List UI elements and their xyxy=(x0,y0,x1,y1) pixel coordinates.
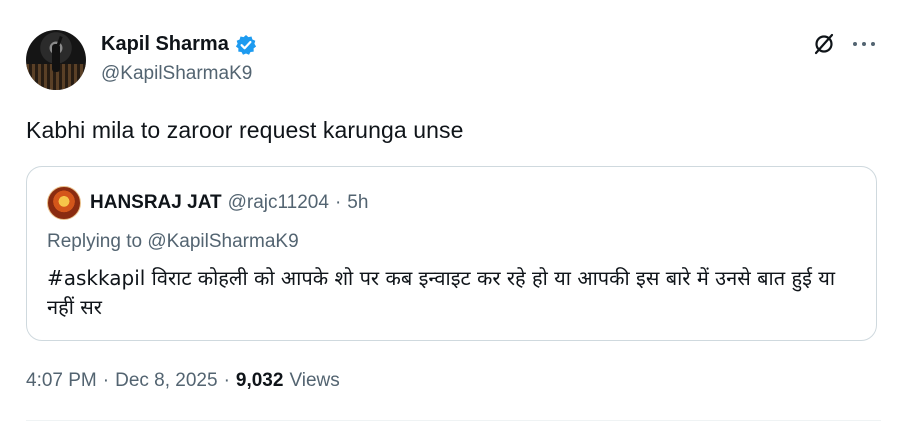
quoted-tweet-card[interactable]: HANSRAJ JAT @rajc11204 · 5h Replying to … xyxy=(26,166,877,341)
quoted-text: #askkapil विराट कोहली को आपके शो पर कब इ… xyxy=(47,266,836,319)
meta-separator: · xyxy=(223,370,230,391)
author-avatar[interactable] xyxy=(26,30,86,90)
quoted-separator: · xyxy=(334,192,342,213)
quoted-display-name[interactable]: HANSRAJ JAT xyxy=(90,192,222,214)
quoted-header: HANSRAJ JAT @rajc11204 · 5h xyxy=(90,192,368,214)
author-handle[interactable]: @KapilSharmaK9 xyxy=(101,63,252,85)
author-display-name[interactable]: Kapil Sharma xyxy=(101,33,229,56)
tweet-text: Kabhi mila to zaroor request karunga uns… xyxy=(26,117,464,143)
author-name-row: Kapil Sharma xyxy=(101,33,257,56)
more-dot xyxy=(853,42,857,46)
more-icon[interactable] xyxy=(851,32,877,56)
quoted-time[interactable]: 5h xyxy=(347,192,368,214)
divider xyxy=(26,420,881,421)
meta-separator: · xyxy=(102,370,110,391)
grok-icon[interactable] xyxy=(812,32,836,56)
quoted-handle[interactable]: @rajc11204 xyxy=(228,192,329,214)
tweet-time[interactable]: 4:07 PM xyxy=(26,370,97,392)
quoted-author-avatar[interactable] xyxy=(47,186,81,220)
more-dot xyxy=(871,42,875,46)
quoted-replying-to: Replying to @KapilSharmaK9 xyxy=(47,231,299,252)
verified-badge-icon[interactable] xyxy=(235,34,257,56)
more-dot xyxy=(862,42,866,46)
views-count: 9,032 xyxy=(235,370,284,391)
views-label: Views xyxy=(289,370,340,391)
tweet-date[interactable]: Dec 8, 2025 xyxy=(115,370,217,392)
tweet-meta: 4:07 PM · Dec 8, 2025 · 9,032 Views xyxy=(26,370,340,392)
